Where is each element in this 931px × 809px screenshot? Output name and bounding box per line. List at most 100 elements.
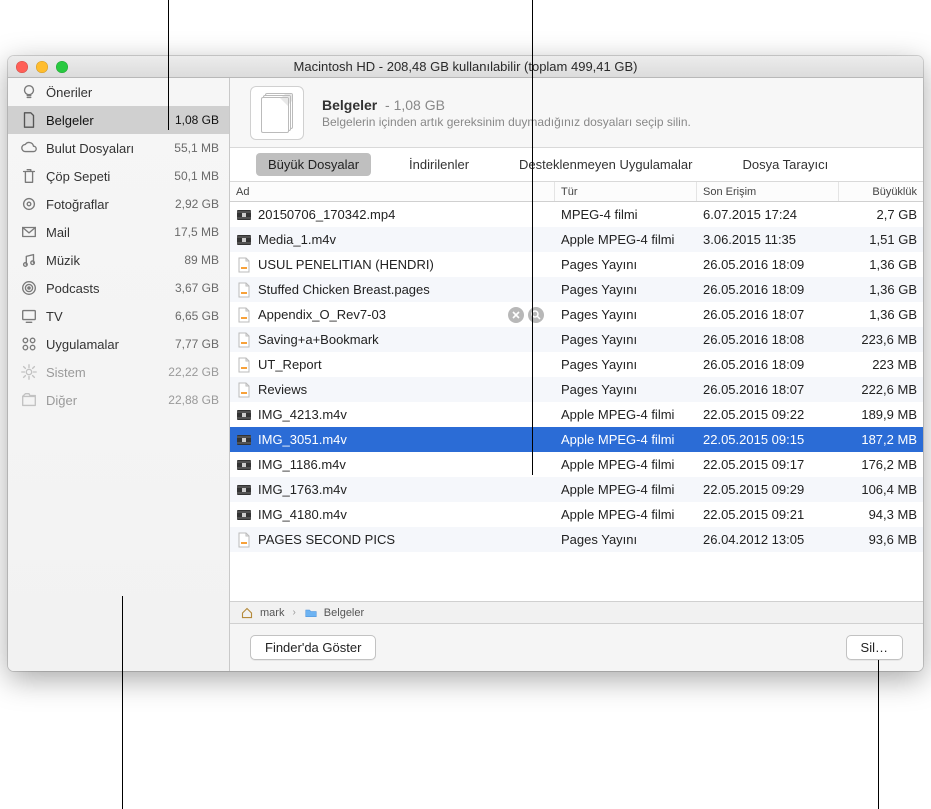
table-row[interactable]: Saving+a+Bookmark Pages Yayını 26.05.201… [230,327,923,352]
table-row[interactable]: USUL PENELITIAN (HENDRI) Pages Yayını 26… [230,252,923,277]
file-icon [236,382,252,398]
sidebar-item-label: Sistem [46,365,160,380]
file-date: 26.05.2016 18:08 [697,327,839,352]
file-date: 22.05.2015 09:17 [697,452,839,477]
column-header-name[interactable]: Ad [230,182,555,201]
file-type: Pages Yayını [555,327,697,352]
trash-icon [20,167,38,185]
doc-icon [20,111,38,129]
table-row[interactable]: Stuffed Chicken Breast.pages Pages Yayın… [230,277,923,302]
sidebar-item-size: 17,5 MB [174,225,219,239]
path-segment-folder[interactable]: Belgeler [324,607,364,619]
sidebar-item-m-zik[interactable]: Müzik89 MB [8,246,229,274]
file-size: 1,36 GB [839,252,923,277]
sidebar-item--neriler[interactable]: Öneriler [8,78,229,106]
sidebar-item-label: Çöp Sepeti [46,169,166,184]
file-name: PAGES SECOND PICS [258,532,548,547]
footer: Finder'da Göster Sil… [230,623,923,671]
documents-icon [250,86,304,140]
sidebar-item-mail[interactable]: Mail 17,5 MB [8,218,229,246]
sidebar-item-label: Öneriler [46,85,211,100]
file-type: Apple MPEG-4 filmi [555,502,697,527]
quick-look-icon[interactable] [528,307,544,323]
file-date: 26.04.2012 13:05 [697,527,839,552]
music-icon [20,251,38,269]
file-size: 2,7 GB [839,202,923,227]
file-size: 93,6 MB [839,527,923,552]
file-name: USUL PENELITIAN (HENDRI) [258,257,548,272]
table-row[interactable]: Media_1.m4v Apple MPEG-4 filmi 3.06.2015… [230,227,923,252]
table-row[interactable]: IMG_3051.m4v Apple MPEG-4 filmi 22.05.20… [230,427,923,452]
sidebar-item-size: 7,77 GB [175,337,219,351]
file-type: Apple MPEG-4 filmi [555,477,697,502]
table-row[interactable]: Appendix_O_Rev7-03 Pages Yayını 26.05.20… [230,302,923,327]
file-name: UT_Report [258,357,548,372]
table-row[interactable]: Reviews Pages Yayını 26.05.2016 18:07 22… [230,377,923,402]
file-icon [236,482,252,498]
file-type: Apple MPEG-4 filmi [555,452,697,477]
sidebar-item-label: Mail [46,225,166,240]
mail-icon [20,223,38,241]
path-segment-home[interactable]: mark [260,607,284,619]
file-date: 22.05.2015 09:21 [697,502,839,527]
sidebar-item-size: 6,65 GB [175,309,219,323]
file-name: IMG_3051.m4v [258,432,548,447]
main-content: Belgeler - 1,08 GB Belgelerin içinden ar… [230,78,923,671]
table-header: Ad Tür Son Erişim Büyüklük [230,182,923,202]
column-header-size[interactable]: Büyüklük [839,182,923,201]
tab-1[interactable]: İndirilenler [397,153,481,176]
sidebar-item-tv[interactable]: TV 6,65 GB [8,302,229,330]
table-row[interactable]: IMG_4180.m4v Apple MPEG-4 filmi 22.05.20… [230,502,923,527]
sidebar-item-size: 2,92 GB [175,197,219,211]
tab-2[interactable]: Desteklenmeyen Uygulamalar [507,153,704,176]
titlebar: Macintosh HD - 208,48 GB kullanılabilir … [8,56,923,78]
annotation-line [122,596,123,809]
annotation-line [532,0,533,475]
file-icon [236,457,252,473]
table-row[interactable]: UT_Report Pages Yayını 26.05.2016 18:09 … [230,352,923,377]
tab-3[interactable]: Dosya Tarayıcı [730,153,840,176]
delete-button[interactable]: Sil… [846,635,903,660]
sidebar-item-uygulamalar[interactable]: Uygulamalar7,77 GB [8,330,229,358]
tv-icon [20,307,38,325]
file-date: 26.05.2016 18:09 [697,352,839,377]
sidebar-item-size: 22,88 GB [168,393,219,407]
file-icon [236,357,252,373]
file-type: Apple MPEG-4 filmi [555,402,697,427]
table-row[interactable]: PAGES SECOND PICS Pages Yayını 26.04.201… [230,527,923,552]
file-icon [236,307,252,323]
bulb-icon [20,83,38,101]
file-name: IMG_4180.m4v [258,507,548,522]
table-row[interactable]: IMG_1763.m4v Apple MPEG-4 filmi 22.05.20… [230,477,923,502]
file-size: 176,2 MB [839,452,923,477]
column-header-date[interactable]: Son Erişim [697,182,839,201]
file-date: 26.05.2016 18:07 [697,302,839,327]
sidebar-item-label: TV [46,309,167,324]
file-name: Reviews [258,382,548,397]
tab-0[interactable]: Büyük Dosyalar [256,153,371,176]
file-icon [236,207,252,223]
sidebar-item-belgeler[interactable]: Belgeler1,08 GB [8,106,229,134]
other-icon [20,391,38,409]
sidebar-item-bulut-dosyalar-[interactable]: Bulut Dosyaları55,1 MB [8,134,229,162]
file-date: 22.05.2015 09:15 [697,427,839,452]
home-icon [240,606,254,620]
file-date: 26.05.2016 18:09 [697,277,839,302]
sidebar: Öneriler Belgeler1,08 GBBulut Dosyaları55… [8,78,230,671]
row-delete-icon[interactable] [508,307,524,323]
file-icon [236,532,252,548]
storage-management-window: Macintosh HD - 208,48 GB kullanılabilir … [8,56,923,671]
sidebar-item-podcasts[interactable]: Podcasts3,67 GB [8,274,229,302]
category-title: Belgeler [322,97,377,113]
file-date: 6.07.2015 17:24 [697,202,839,227]
sidebar-item--p-sepeti[interactable]: Çöp Sepeti50,1 MB [8,162,229,190]
sidebar-item-foto-raflar[interactable]: Fotoğraflar2,92 GB [8,190,229,218]
table-row[interactable]: IMG_4213.m4v Apple MPEG-4 filmi 22.05.20… [230,402,923,427]
show-in-finder-button[interactable]: Finder'da Göster [250,635,376,660]
column-header-type[interactable]: Tür [555,182,697,201]
table-row[interactable]: IMG_1186.m4v Apple MPEG-4 filmi 22.05.20… [230,452,923,477]
table-row[interactable]: 20150706_170342.mp4 MPEG-4 filmi 6.07.20… [230,202,923,227]
file-type: Pages Yayını [555,277,697,302]
window-title: Macintosh HD - 208,48 GB kullanılabilir … [8,59,923,74]
category-title-row: Belgeler - 1,08 GB [322,97,903,113]
